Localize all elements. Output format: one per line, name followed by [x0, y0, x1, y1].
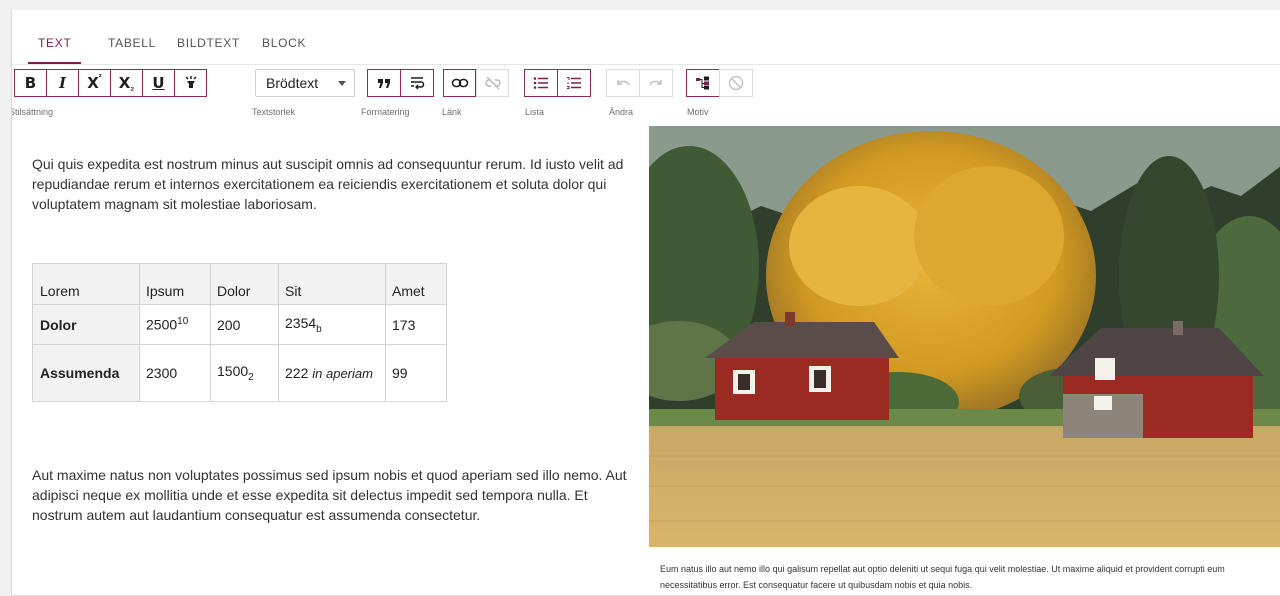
highlight-icon [184, 76, 197, 88]
table-cell: 99 [385, 344, 447, 402]
cell-italic-text: in aperiam [312, 366, 373, 381]
table-header-cell: Ipsum [139, 263, 211, 305]
bold-button[interactable]: B [14, 69, 47, 97]
cell-value: 2354 [285, 314, 317, 331]
unlink-button[interactable] [476, 69, 509, 97]
cell-subscript: 2 [248, 371, 254, 383]
underline-label: U [152, 74, 165, 92]
group-label-lank: Länk [442, 107, 462, 117]
group-label-textstorlek: Textstorlek [252, 107, 296, 117]
highlight-button[interactable] [174, 69, 207, 97]
table-cell: 2354b [278, 304, 386, 345]
table-header-cell: Dolor [210, 263, 279, 305]
table-header-cell: Lorem [32, 263, 140, 305]
editor-frame: TEXT TABELL BILDTEXT BLOCK B I X² X₂ U S… [11, 10, 1280, 596]
bold-label: B [24, 74, 37, 92]
tree-structure-icon [696, 76, 709, 90]
subscript-button[interactable]: X₂ [110, 69, 143, 97]
landscape-image-art [649, 126, 1280, 547]
link-icon [451, 78, 468, 88]
redo-icon [649, 80, 662, 86]
paragraph-1: Qui quis expedita est nostrum minus aut … [32, 156, 624, 212]
remove-motif-button[interactable] [719, 69, 753, 97]
bullet-list-icon [533, 77, 548, 89]
redo-button[interactable] [639, 69, 673, 97]
group-label-motiv: Motiv [687, 107, 709, 117]
table-row: Dolor 250010 200 2354b 173 [32, 304, 447, 345]
subscript-mark: ₂ [130, 82, 135, 92]
table-cell: 250010 [139, 304, 211, 345]
paragraph-2: Aut maxime natus non voluptates possimus… [32, 467, 627, 523]
quote-button[interactable] [367, 69, 401, 97]
bullet-list-button[interactable] [524, 69, 558, 97]
group-label-andra: Ändra [609, 107, 634, 117]
superscript-mark: ² [98, 72, 102, 82]
row-label: Dolor [32, 304, 140, 345]
text-size-value: Brödtext [266, 75, 319, 91]
table-cell: 173 [385, 304, 447, 345]
italic-label: I [58, 74, 67, 92]
cell-subscript: b [316, 323, 322, 335]
undo-icon [617, 80, 630, 86]
table-row: Assumenda 2300 15002 222 in aperiam 99 [32, 344, 447, 402]
group-label-stilsattning: Stilsättning [11, 107, 54, 117]
cell-superscript: 10 [177, 316, 189, 328]
table-header-cell: Amet [385, 263, 447, 305]
numbered-list-button[interactable] [557, 69, 591, 97]
tab-block[interactable]: BLOCK [252, 32, 316, 64]
landscape-image[interactable] [649, 126, 1280, 547]
underline-button[interactable]: U [142, 69, 175, 97]
image-caption: Eum natus illo aut nemo illo qui galisum… [660, 564, 1225, 590]
table-cell: 15002 [210, 344, 279, 402]
cell-value: 1500 [217, 363, 249, 380]
data-table: Lorem Ipsum Dolor Sit Amet Dolor 250010 … [32, 263, 447, 402]
subscript-label: X [118, 74, 131, 92]
table-header-cell: Sit [278, 263, 386, 305]
superscript-button[interactable]: X² [78, 69, 111, 97]
text-wrap-icon [411, 77, 425, 90]
clear-format-button[interactable] [400, 69, 434, 97]
motif-button[interactable] [686, 69, 720, 97]
table-cell: 222 in aperiam [278, 344, 386, 402]
row-label: Assumenda [32, 344, 140, 402]
tab-divider [12, 64, 1280, 65]
group-label-formatering: Formatering [361, 107, 410, 117]
block-icon [728, 75, 744, 91]
undo-button[interactable] [606, 69, 640, 97]
link-button[interactable] [443, 69, 476, 97]
tab-tabell[interactable]: TABELL [98, 32, 166, 64]
unlink-icon [484, 76, 501, 90]
table-header-row: Lorem Ipsum Dolor Sit Amet [32, 263, 447, 305]
cell-value: 2500 [146, 316, 178, 333]
superscript-label: X [87, 74, 99, 92]
tab-text[interactable]: TEXT [28, 32, 82, 64]
cell-value: 222 [285, 365, 309, 381]
numbered-list-icon [567, 77, 581, 89]
quote-icon [378, 79, 390, 88]
table-cell: 2300 [139, 344, 211, 402]
table-cell: 200 [210, 304, 279, 345]
group-label-lista: Lista [525, 107, 545, 117]
text-size-select[interactable]: Brödtext [255, 69, 355, 97]
tab-bildtext[interactable]: BILDTEXT [167, 32, 250, 64]
italic-button[interactable]: I [46, 69, 79, 97]
chevron-down-icon [338, 81, 346, 86]
